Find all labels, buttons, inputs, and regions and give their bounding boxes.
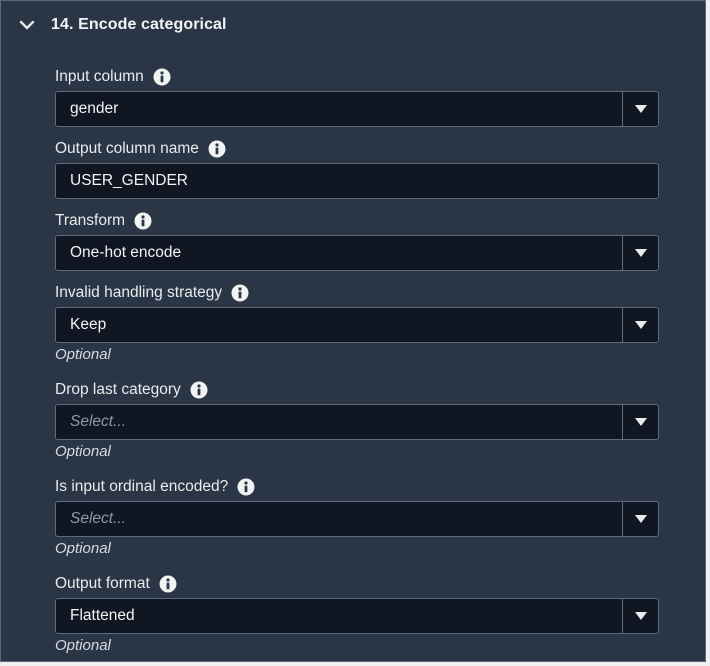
info-icon[interactable] [134, 212, 152, 230]
dropdown-toggle[interactable] [622, 405, 658, 439]
caret-down-icon [634, 515, 647, 523]
optional-hint: Optional [55, 346, 111, 363]
caret-down-icon [634, 612, 647, 620]
field-label: Invalid handling strategy [55, 284, 223, 301]
info-icon[interactable] [231, 284, 249, 302]
field-label: Is input ordinal encoded? [55, 478, 229, 495]
dropdown-toggle[interactable] [622, 502, 658, 536]
optional-hint: Optional [55, 637, 111, 654]
caret-down-icon [634, 321, 647, 329]
info-icon[interactable] [190, 381, 208, 399]
is-input-ordinal-encoded-select[interactable]: Select... [55, 501, 659, 537]
field-label: Output format [55, 575, 150, 592]
field-output-format: Output format Flattened Optional [55, 574, 659, 654]
optional-hint: Optional [55, 443, 111, 460]
field-input-column: Input column gender [55, 67, 659, 127]
input-column-select[interactable]: gender [55, 91, 659, 127]
output-format-select[interactable]: Flattened [55, 598, 659, 634]
info-icon[interactable] [159, 575, 177, 593]
transform-select[interactable]: One-hot encode [55, 235, 659, 271]
info-icon[interactable] [153, 68, 171, 86]
section-title: 14. Encode categorical [51, 16, 227, 33]
field-label: Output column name [55, 140, 199, 157]
drop-last-category-select[interactable]: Select... [55, 404, 659, 440]
section-header[interactable]: 14. Encode categorical [17, 11, 227, 39]
caret-down-icon [634, 105, 647, 113]
encode-categorical-panel: 14. Encode categorical Input column gend… [0, 0, 706, 662]
dropdown-toggle[interactable] [622, 236, 658, 270]
select-placeholder: Select... [70, 510, 126, 527]
output-column-name-input[interactable] [55, 163, 659, 199]
field-invalid-handling-strategy: Invalid handling strategy Keep Optional [55, 283, 659, 363]
field-label: Transform [55, 212, 126, 229]
info-icon[interactable] [208, 140, 226, 158]
field-is-input-ordinal-encoded: Is input ordinal encoded? Select... Opti… [55, 477, 659, 557]
select-value: Keep [70, 316, 107, 333]
field-label: Input column [55, 68, 144, 85]
field-label: Drop last category [55, 381, 181, 398]
field-output-column-name: Output column name [55, 139, 659, 199]
optional-hint: Optional [55, 540, 111, 557]
select-value: One-hot encode [70, 244, 182, 261]
invalid-handling-strategy-select[interactable]: Keep [55, 307, 659, 343]
caret-down-icon [634, 418, 647, 426]
field-drop-last-category: Drop last category Select... Optional [55, 380, 659, 460]
dropdown-toggle[interactable] [622, 308, 658, 342]
caret-down-icon [634, 249, 647, 257]
field-transform: Transform One-hot encode [55, 211, 659, 271]
dropdown-toggle[interactable] [622, 92, 658, 126]
dropdown-toggle[interactable] [622, 599, 658, 633]
chevron-down-icon[interactable] [17, 15, 37, 35]
info-icon[interactable] [237, 478, 255, 496]
select-value: gender [70, 100, 119, 117]
select-value: Flattened [70, 607, 135, 624]
select-placeholder: Select... [70, 413, 126, 430]
